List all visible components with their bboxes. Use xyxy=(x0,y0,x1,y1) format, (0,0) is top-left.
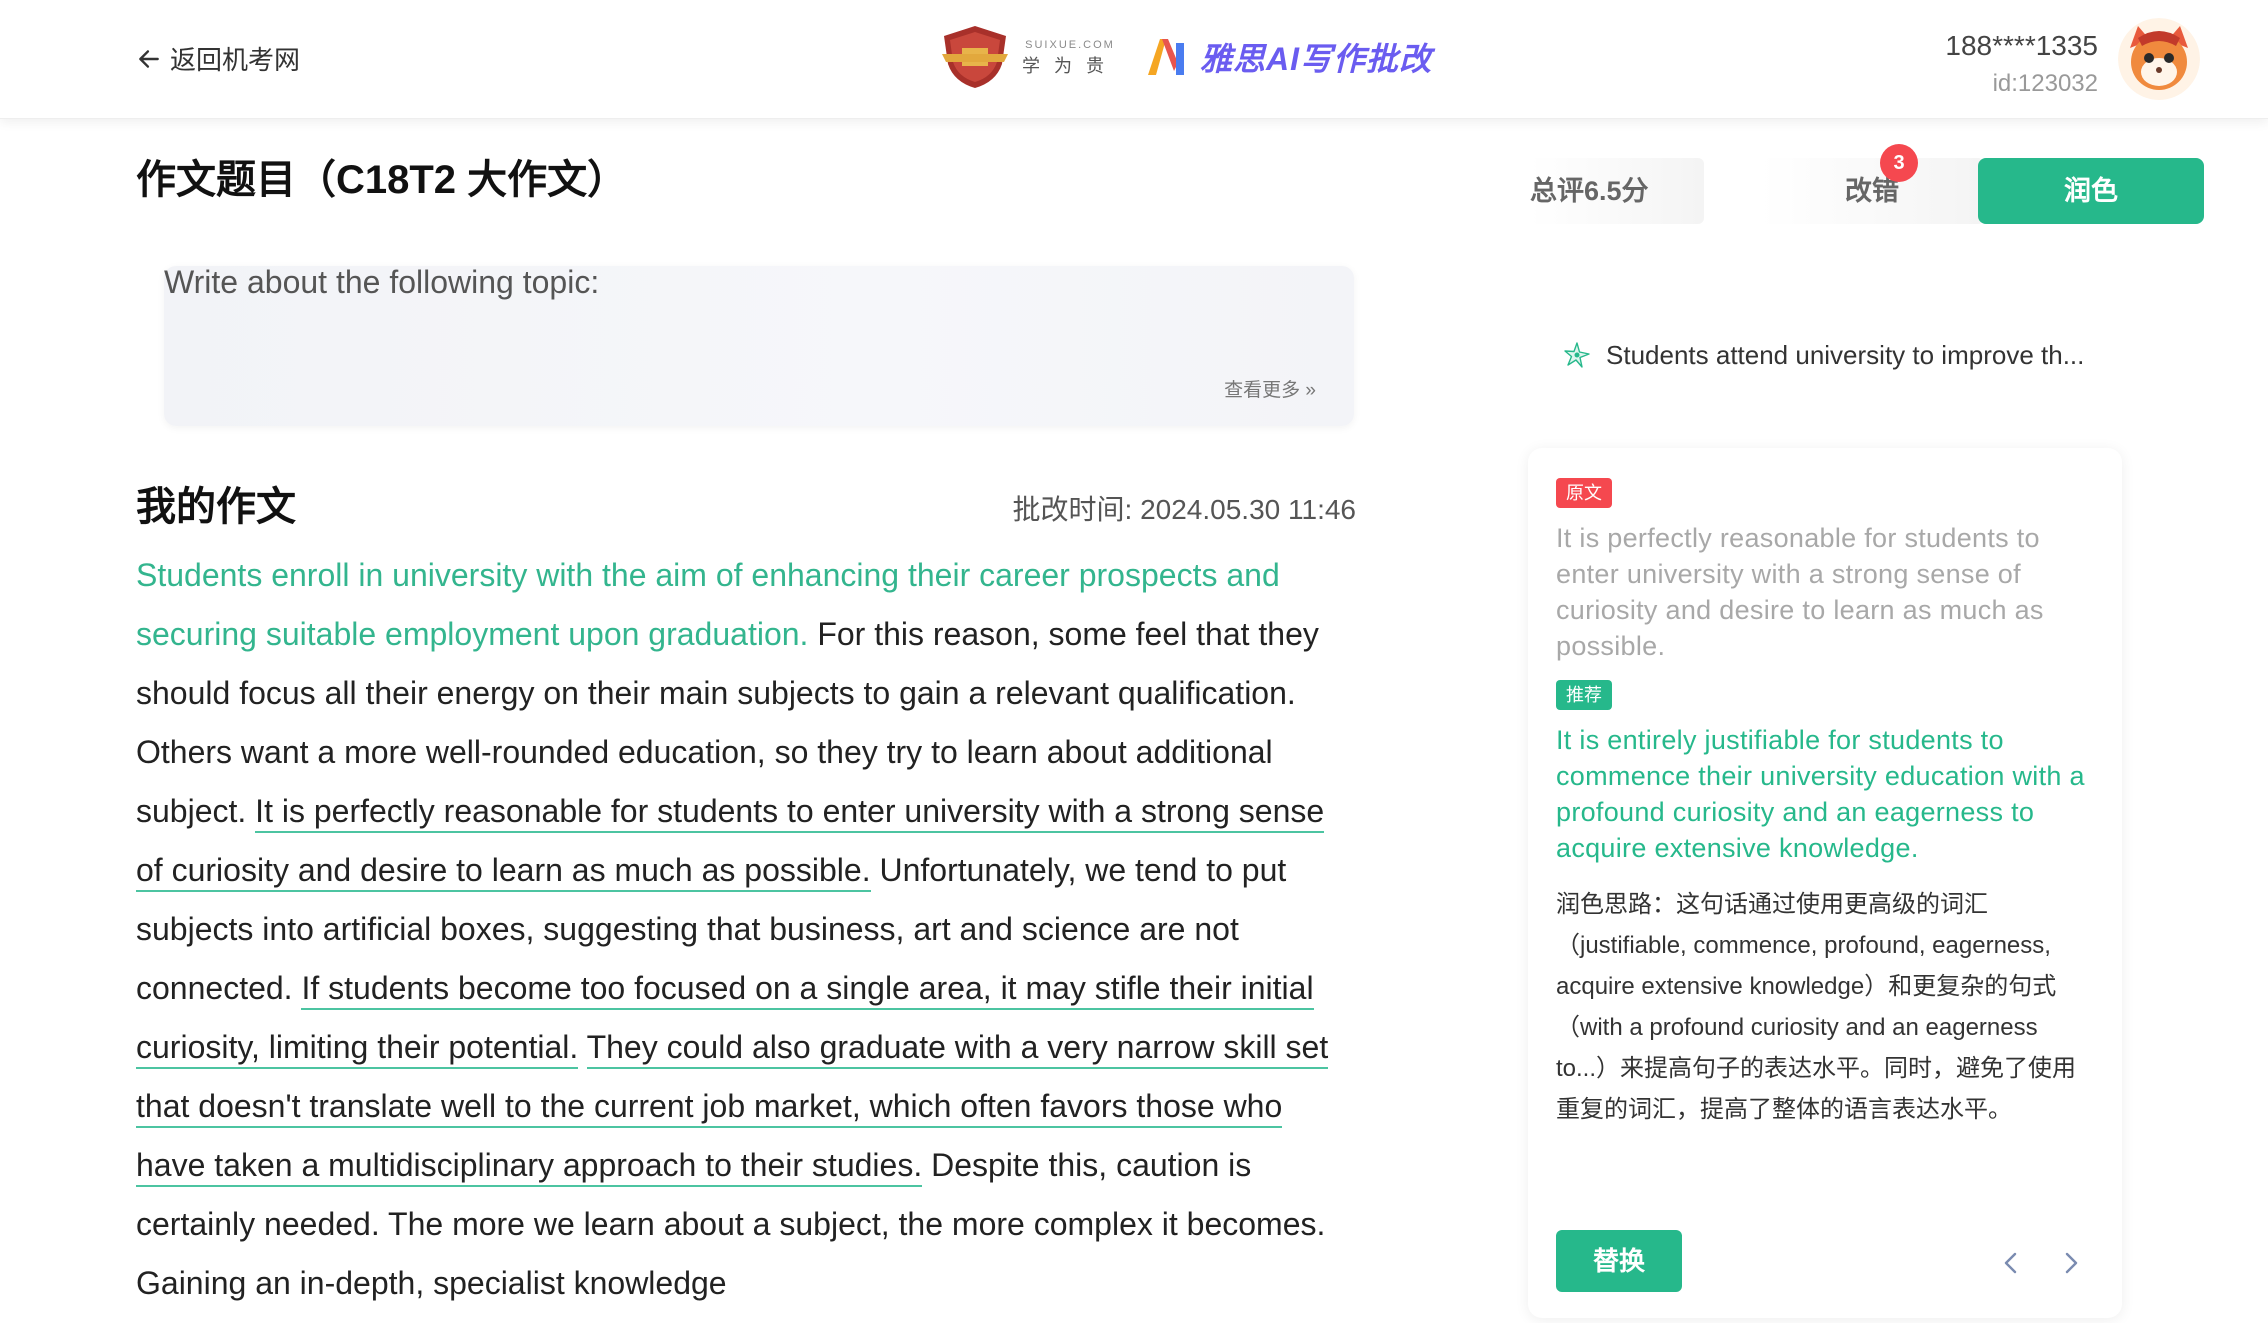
original-tag: 原文 xyxy=(1556,478,1612,508)
polish-card: 原文 It is perfectly reasonable for studen… xyxy=(1528,448,2122,1318)
chevron-right-icon[interactable] xyxy=(2056,1248,2086,1278)
polish-tips: 润色思路：这句话通过使用更高级的词汇（justifiable, commence… xyxy=(1556,891,2077,1123)
tab-polish[interactable]: 润色 xyxy=(1978,158,2204,224)
sentence-preview: Students attend university to improve th… xyxy=(1606,340,2085,370)
tab-errors[interactable]: 改错 xyxy=(1760,158,1984,224)
sentence-selector[interactable]: Students attend university to improve th… xyxy=(1562,340,2122,371)
back-link-label: 返回机考网 xyxy=(170,45,301,75)
avatar[interactable] xyxy=(2118,18,2200,100)
page-title: 作文题目（C18T2 大作文） xyxy=(136,158,628,202)
topic-more-link[interactable]: 查看更多 » xyxy=(1224,375,1316,402)
top-bar: 返回机考网 SUIXUE.COM 学为贵 雅思AI写作批改 188****133… xyxy=(0,0,2268,119)
user-info: 188****1335 id:123032 xyxy=(1945,30,2098,98)
essay-column: 作文题目（C18T2 大作文） Write about the followin… xyxy=(136,150,1356,1313)
user-phone: 188****1335 xyxy=(1945,30,2098,61)
errors-count-badge: 3 xyxy=(1880,144,1918,182)
sparkle-icon xyxy=(1564,341,1590,368)
topic-card: Write about the following topic: 查看更多 » xyxy=(164,264,1354,426)
brand: SUIXUE.COM 学为贵 雅思AI写作批改 xyxy=(940,24,1432,90)
topic-prompt: Write about the following topic: xyxy=(164,264,600,300)
review-tabs: 总评6.5分 改错 3 润色 xyxy=(1530,144,2204,226)
product-title: 雅思AI写作批改 xyxy=(1200,41,1433,77)
brand-cn: 学为贵 xyxy=(1022,55,1118,76)
brand-site: SUIXUE.COM xyxy=(1025,38,1115,51)
essay-title: 我的作文 xyxy=(136,485,296,529)
essay-header: 我的作文 批改时间: 2024.05.30 11:46 xyxy=(136,474,1356,538)
recommend-tag: 推荐 xyxy=(1556,680,1612,710)
ai-logo-icon xyxy=(1148,39,1184,75)
back-link[interactable]: 返回机考网 xyxy=(136,40,300,77)
user-id: id:123032 xyxy=(1992,70,2098,97)
shield-logo-icon xyxy=(942,26,1008,88)
tab-score[interactable]: 总评6.5分 xyxy=(1530,158,1704,224)
recommend-text: It is entirely justifiable for students … xyxy=(1556,725,2085,863)
chevron-left-icon[interactable] xyxy=(1996,1248,2026,1278)
review-time: 批改时间: 2024.05.30 11:46 xyxy=(1012,494,1356,525)
arrow-left-icon xyxy=(139,49,159,68)
essay-body: Students enroll in university with the a… xyxy=(136,546,1356,1313)
essay-text xyxy=(578,1029,586,1065)
brand-text: SUIXUE.COM 学为贵 xyxy=(1022,38,1118,76)
original-text: It is perfectly reasonable for students … xyxy=(1556,523,2044,661)
replace-button[interactable]: 替换 xyxy=(1556,1230,1682,1292)
